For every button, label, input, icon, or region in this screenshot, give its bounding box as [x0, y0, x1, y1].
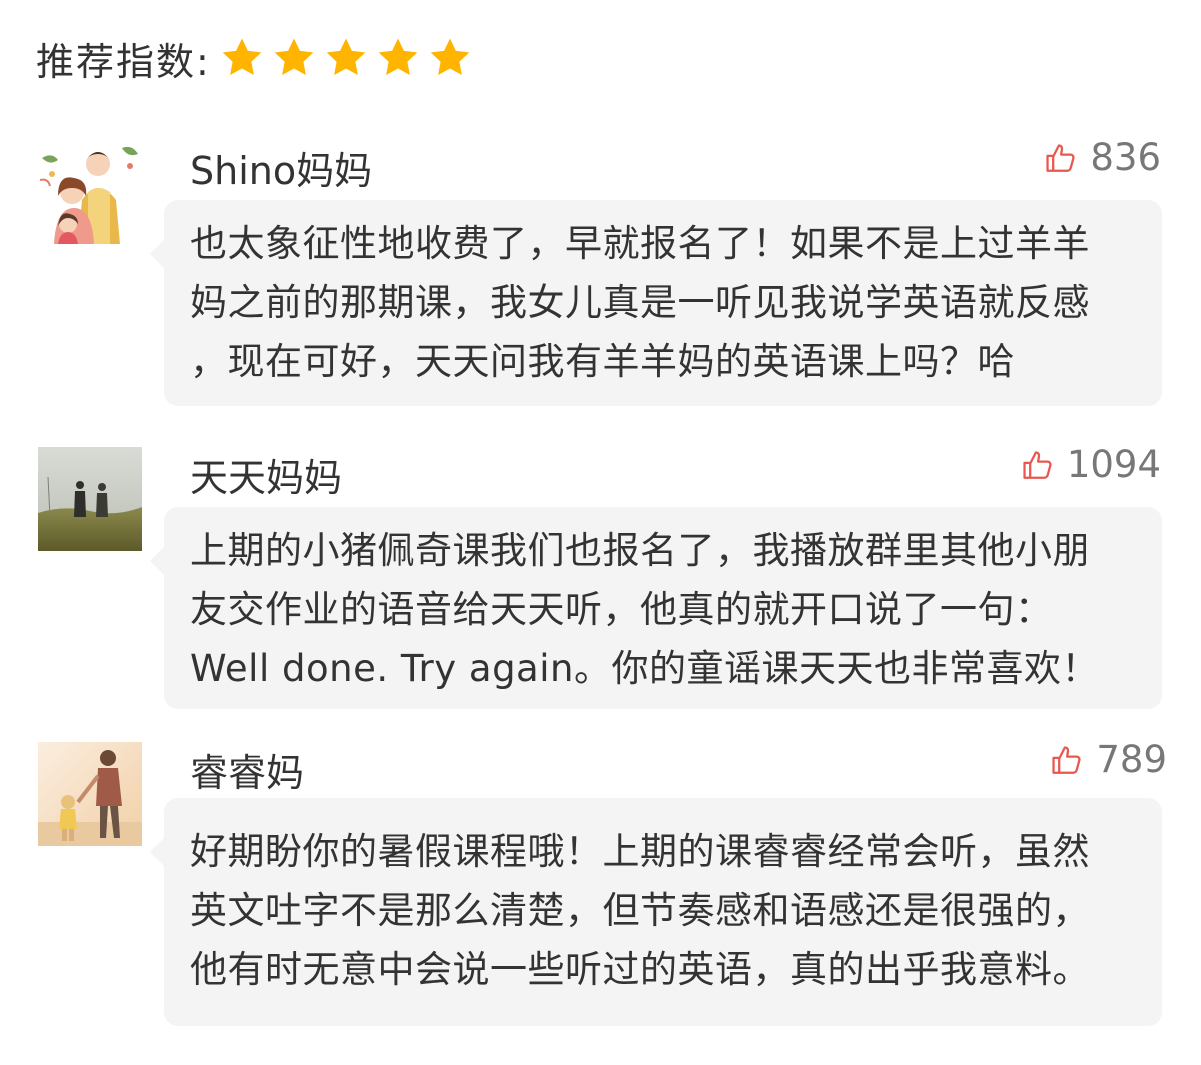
star-icon — [274, 38, 314, 76]
star-icon — [430, 38, 470, 76]
comment-text: 上期的小猪佩奇课我们也报名了，我播放群里其他小朋 友交作业的语音给天天听，他真的… — [190, 529, 1099, 690]
rating-stars — [219, 35, 479, 81]
family-illustration-avatar-icon — [38, 140, 142, 244]
comment-text: 也太象征性地收费了，早就报名了！如果不是上过羊羊 妈之前的那期课，我女儿真是一听… — [190, 222, 1090, 383]
star-icon — [222, 38, 262, 76]
thumbs-up-icon — [1046, 143, 1075, 172]
rating-label: 推荐指数: — [36, 39, 211, 84]
comment-bubble: 好期盼你的暑假课程哦！上期的课睿睿经常会听，虽然 英文吐字不是那么清楚，但节奏感… — [150, 798, 1162, 1026]
like-button[interactable]: 836 — [1044, 136, 1161, 179]
thumbs-up-icon — [1052, 745, 1081, 774]
comment-author[interactable]: Shino妈妈 — [190, 140, 372, 195]
like-count: 789 — [1096, 738, 1167, 781]
thumbs-up-icon — [1023, 450, 1052, 479]
star-icon — [378, 38, 418, 76]
avatar[interactable] — [38, 140, 142, 244]
avatar[interactable] — [38, 447, 142, 551]
parent-and-child-beach-photo-avatar-icon — [38, 742, 142, 846]
like-count: 1094 — [1066, 443, 1161, 486]
like-count: 836 — [1090, 136, 1161, 179]
like-button[interactable]: 789 — [1050, 738, 1167, 781]
rating-header: 推荐指数: — [36, 30, 479, 86]
star-icon — [326, 38, 366, 76]
like-button[interactable]: 1094 — [1021, 443, 1161, 486]
avatar[interactable] — [38, 742, 142, 846]
comment-bubble: 也太象征性地收费了，早就报名了！如果不是上过羊羊 妈之前的那期课，我女儿真是一听… — [150, 200, 1162, 406]
comment-bubble: 上期的小猪佩奇课我们也报名了，我播放群里其他小朋 友交作业的语音给天天听，他真的… — [150, 507, 1162, 709]
comment-author[interactable]: 天天妈妈 — [190, 447, 342, 502]
comment-text: 好期盼你的暑假课程哦！上期的课睿睿经常会听，虽然 英文吐字不是那么清楚，但节奏感… — [190, 830, 1090, 991]
comment-author[interactable]: 睿睿妈 — [190, 742, 304, 797]
couple-in-field-photo-avatar-icon — [38, 447, 142, 551]
